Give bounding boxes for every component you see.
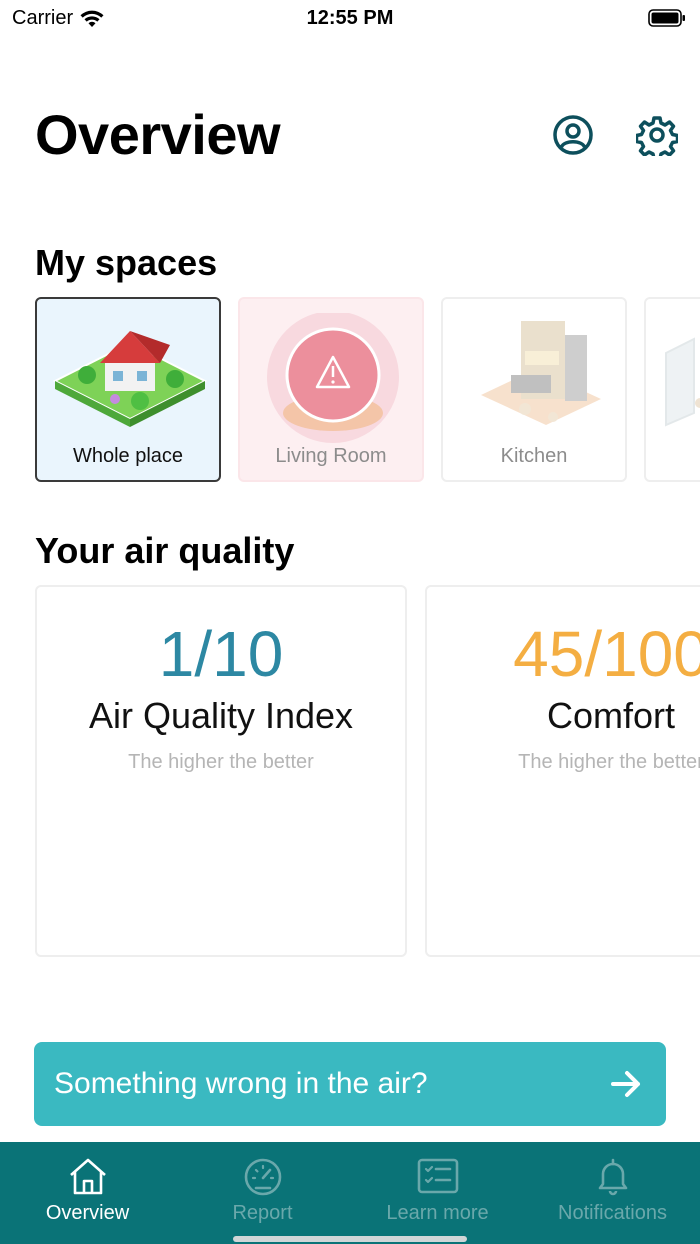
report-issue-label: Something wrong in the air?	[54, 1067, 428, 1100]
alert-illustration	[267, 313, 399, 443]
tab-label: Overview	[45, 1202, 130, 1224]
space-label: Kitchen	[500, 445, 568, 467]
arrow-right-icon	[611, 1071, 640, 1097]
aqi-value: 1/10	[158, 618, 284, 690]
air-quality-section-title: Your air quality	[35, 530, 295, 571]
tab-label: Learn more	[386, 1202, 489, 1224]
checklist-icon	[417, 1158, 458, 1194]
air-quality-carousel[interactable]: 1/10 Air Quality Index The higher the be…	[35, 585, 700, 957]
space-card-living-room[interactable]: Living Room	[238, 297, 424, 482]
comfort-hint: The higher the better	[518, 751, 700, 773]
page-title: Overview	[35, 103, 281, 166]
space-card-whole-place[interactable]: Whole place	[35, 297, 221, 482]
tab-report[interactable]: Report	[175, 1142, 350, 1244]
aqi-card[interactable]: 1/10 Air Quality Index The higher the be…	[35, 585, 407, 957]
gear-icon[interactable]	[636, 114, 678, 156]
battery-icon	[648, 9, 685, 27]
kitchen-illustration	[481, 321, 601, 425]
status-bar: Carrier 12:55 PM	[0, 0, 700, 40]
tab-label: Notifications	[558, 1202, 667, 1224]
spaces-section-title: My spaces	[35, 242, 218, 283]
tab-label: Report	[232, 1202, 293, 1224]
tab-bar: Overview Report Learn more Notifications	[0, 1142, 700, 1244]
tab-notifications[interactable]: Notifications	[525, 1142, 700, 1244]
clock: 12:55 PM	[306, 7, 394, 29]
gauge-icon	[244, 1158, 281, 1196]
space-card-kitchen[interactable]: Kitchen	[441, 297, 627, 482]
aqi-hint: The higher the better	[128, 751, 314, 773]
tab-overview[interactable]: Overview	[0, 1142, 175, 1244]
room-illustration	[665, 337, 700, 427]
user-circle-icon[interactable]	[552, 114, 594, 156]
space-label: Whole place	[72, 445, 184, 467]
space-card-partial[interactable]	[644, 297, 700, 482]
house-illustration	[52, 331, 208, 427]
space-label: Living Room	[275, 445, 387, 467]
home-icon	[69, 1158, 106, 1195]
comfort-label: Comfort	[546, 695, 676, 736]
comfort-card[interactable]: 45/100 Comfort The higher the better	[425, 585, 700, 957]
comfort-value: 45/100	[513, 618, 700, 690]
spaces-carousel[interactable]: Whole place Living Room Kitchen	[35, 297, 700, 483]
aqi-label: Air Quality Index	[88, 695, 354, 736]
tab-learn-more[interactable]: Learn more	[350, 1142, 525, 1244]
home-indicator	[233, 1236, 467, 1242]
bell-icon	[598, 1158, 627, 1196]
report-issue-button[interactable]: Something wrong in the air?	[34, 1042, 666, 1126]
